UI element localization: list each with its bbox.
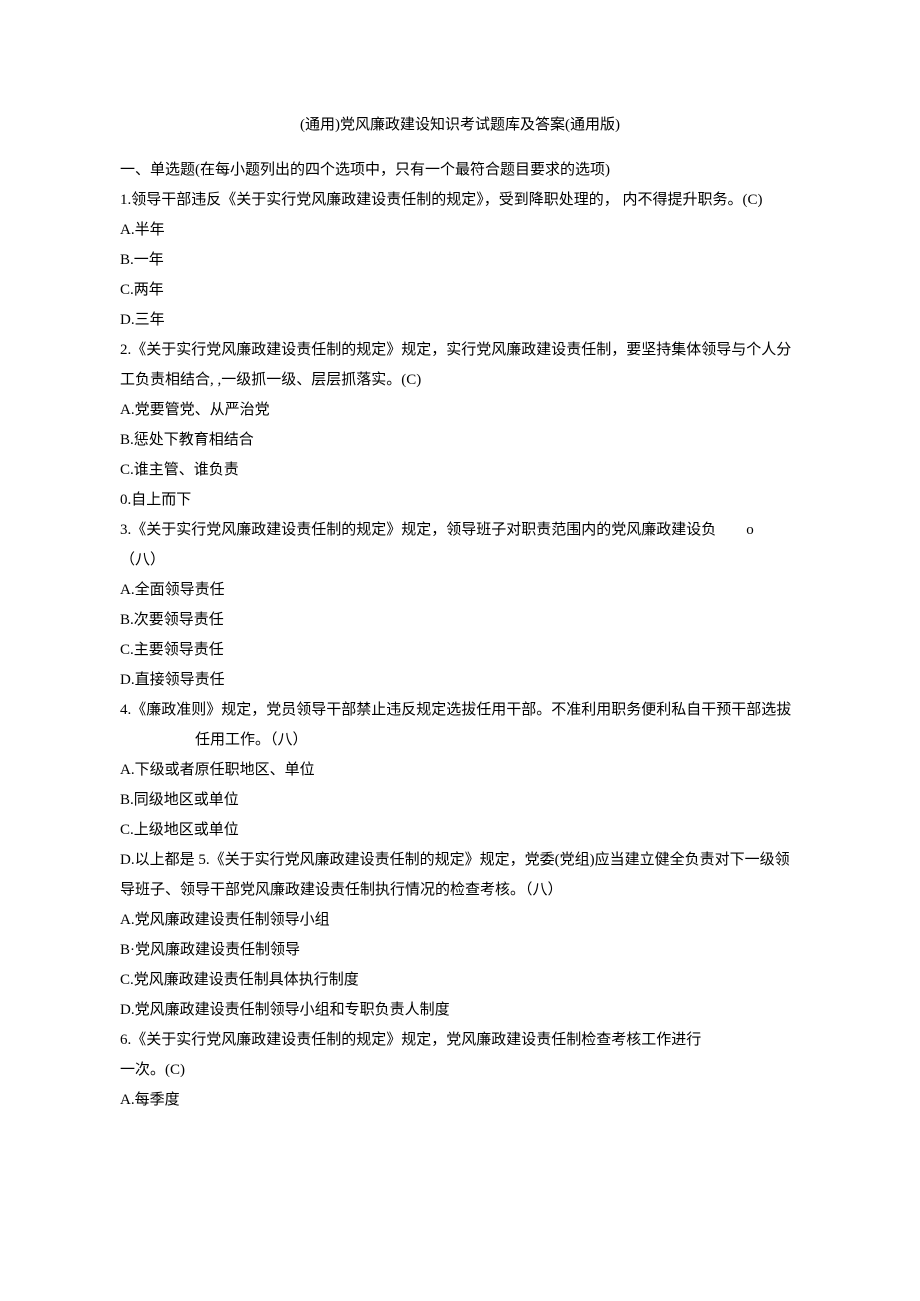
q1-option-d: D.三年 [120,305,800,335]
q3-option-d: D.直接领导责任 [120,665,800,695]
q2-option-c: C.谁主管、谁负责 [120,455,800,485]
q1-text: 1.领导干部违反《关于实行党风廉政建设责任制的规定》，受到降职处理的， 内不得提… [120,185,800,215]
q2-option-d: 0.自上而下 [120,485,800,515]
q6-text: 6.《关于实行党风廉政建设责任制的规定》规定，党风廉政建设责任制检查考核工作进行 [120,1025,800,1055]
q6-option-a: A.每季度 [120,1085,800,1115]
q3-option-b: B.次要领导责任 [120,605,800,635]
q1-option-a: A.半年 [120,215,800,245]
q2-option-a: A.党要管党、从严治党 [120,395,800,425]
q3-line2: （八） [120,545,800,575]
q4-option-b: B.同级地区或单位 [120,785,800,815]
q1-option-b: B.一年 [120,245,800,275]
q3-line1: 3.《关于实行党风廉政建设责任制的规定》规定，领导班子对职责范围内的党风廉政建设… [120,515,800,545]
q5-option-c: C.党风廉政建设责任制具体执行制度 [120,965,800,995]
q3-text-part1: 3.《关于实行党风廉政建设责任制的规定》规定，领导班子对职责范围内的党风廉政建设… [120,522,716,538]
q5-option-b: B·党风廉政建设责任制领导 [120,935,800,965]
q4-text: 4.《廉政准则》规定，党员领导干部禁止违反规定选拔任用干部。不准利用职务便利私自… [120,695,800,725]
q4-option-c: C.上级地区或单位 [120,815,800,845]
q4-option-a: A.下级或者原任职地区、单位 [120,755,800,785]
q3-option-a: A.全面领导责任 [120,575,800,605]
q6-text2: 一次。(C) [120,1055,800,1085]
q3-option-c: C.主要领导责任 [120,635,800,665]
section-header: 一、单选题(在每小题列出的四个选项中，只有一个最符合题目要求的选项) [120,155,800,185]
q5-text: D.以上都是 5.《关于实行党风廉政建设责任制的规定》规定，党委(党组)应当建立… [120,845,800,905]
q1-option-c: C.两年 [120,275,800,305]
q2-option-b: B.惩处下教育相结合 [120,425,800,455]
q5-option-d: D.党风廉政建设责任制领导小组和专职负责人制度 [120,995,800,1025]
q3-blank-marker: o [746,522,754,538]
q2-text: 2.《关于实行党风廉政建设责任制的规定》规定，实行党风廉政建设责任制，要坚持集体… [120,335,800,395]
q5-option-a: A.党风廉政建设责任制领导小组 [120,905,800,935]
document-title: (通用)党风廉政建设知识考试题库及答案(通用版) [120,110,800,140]
q4-text2: 任用工作。（八） [120,725,800,755]
